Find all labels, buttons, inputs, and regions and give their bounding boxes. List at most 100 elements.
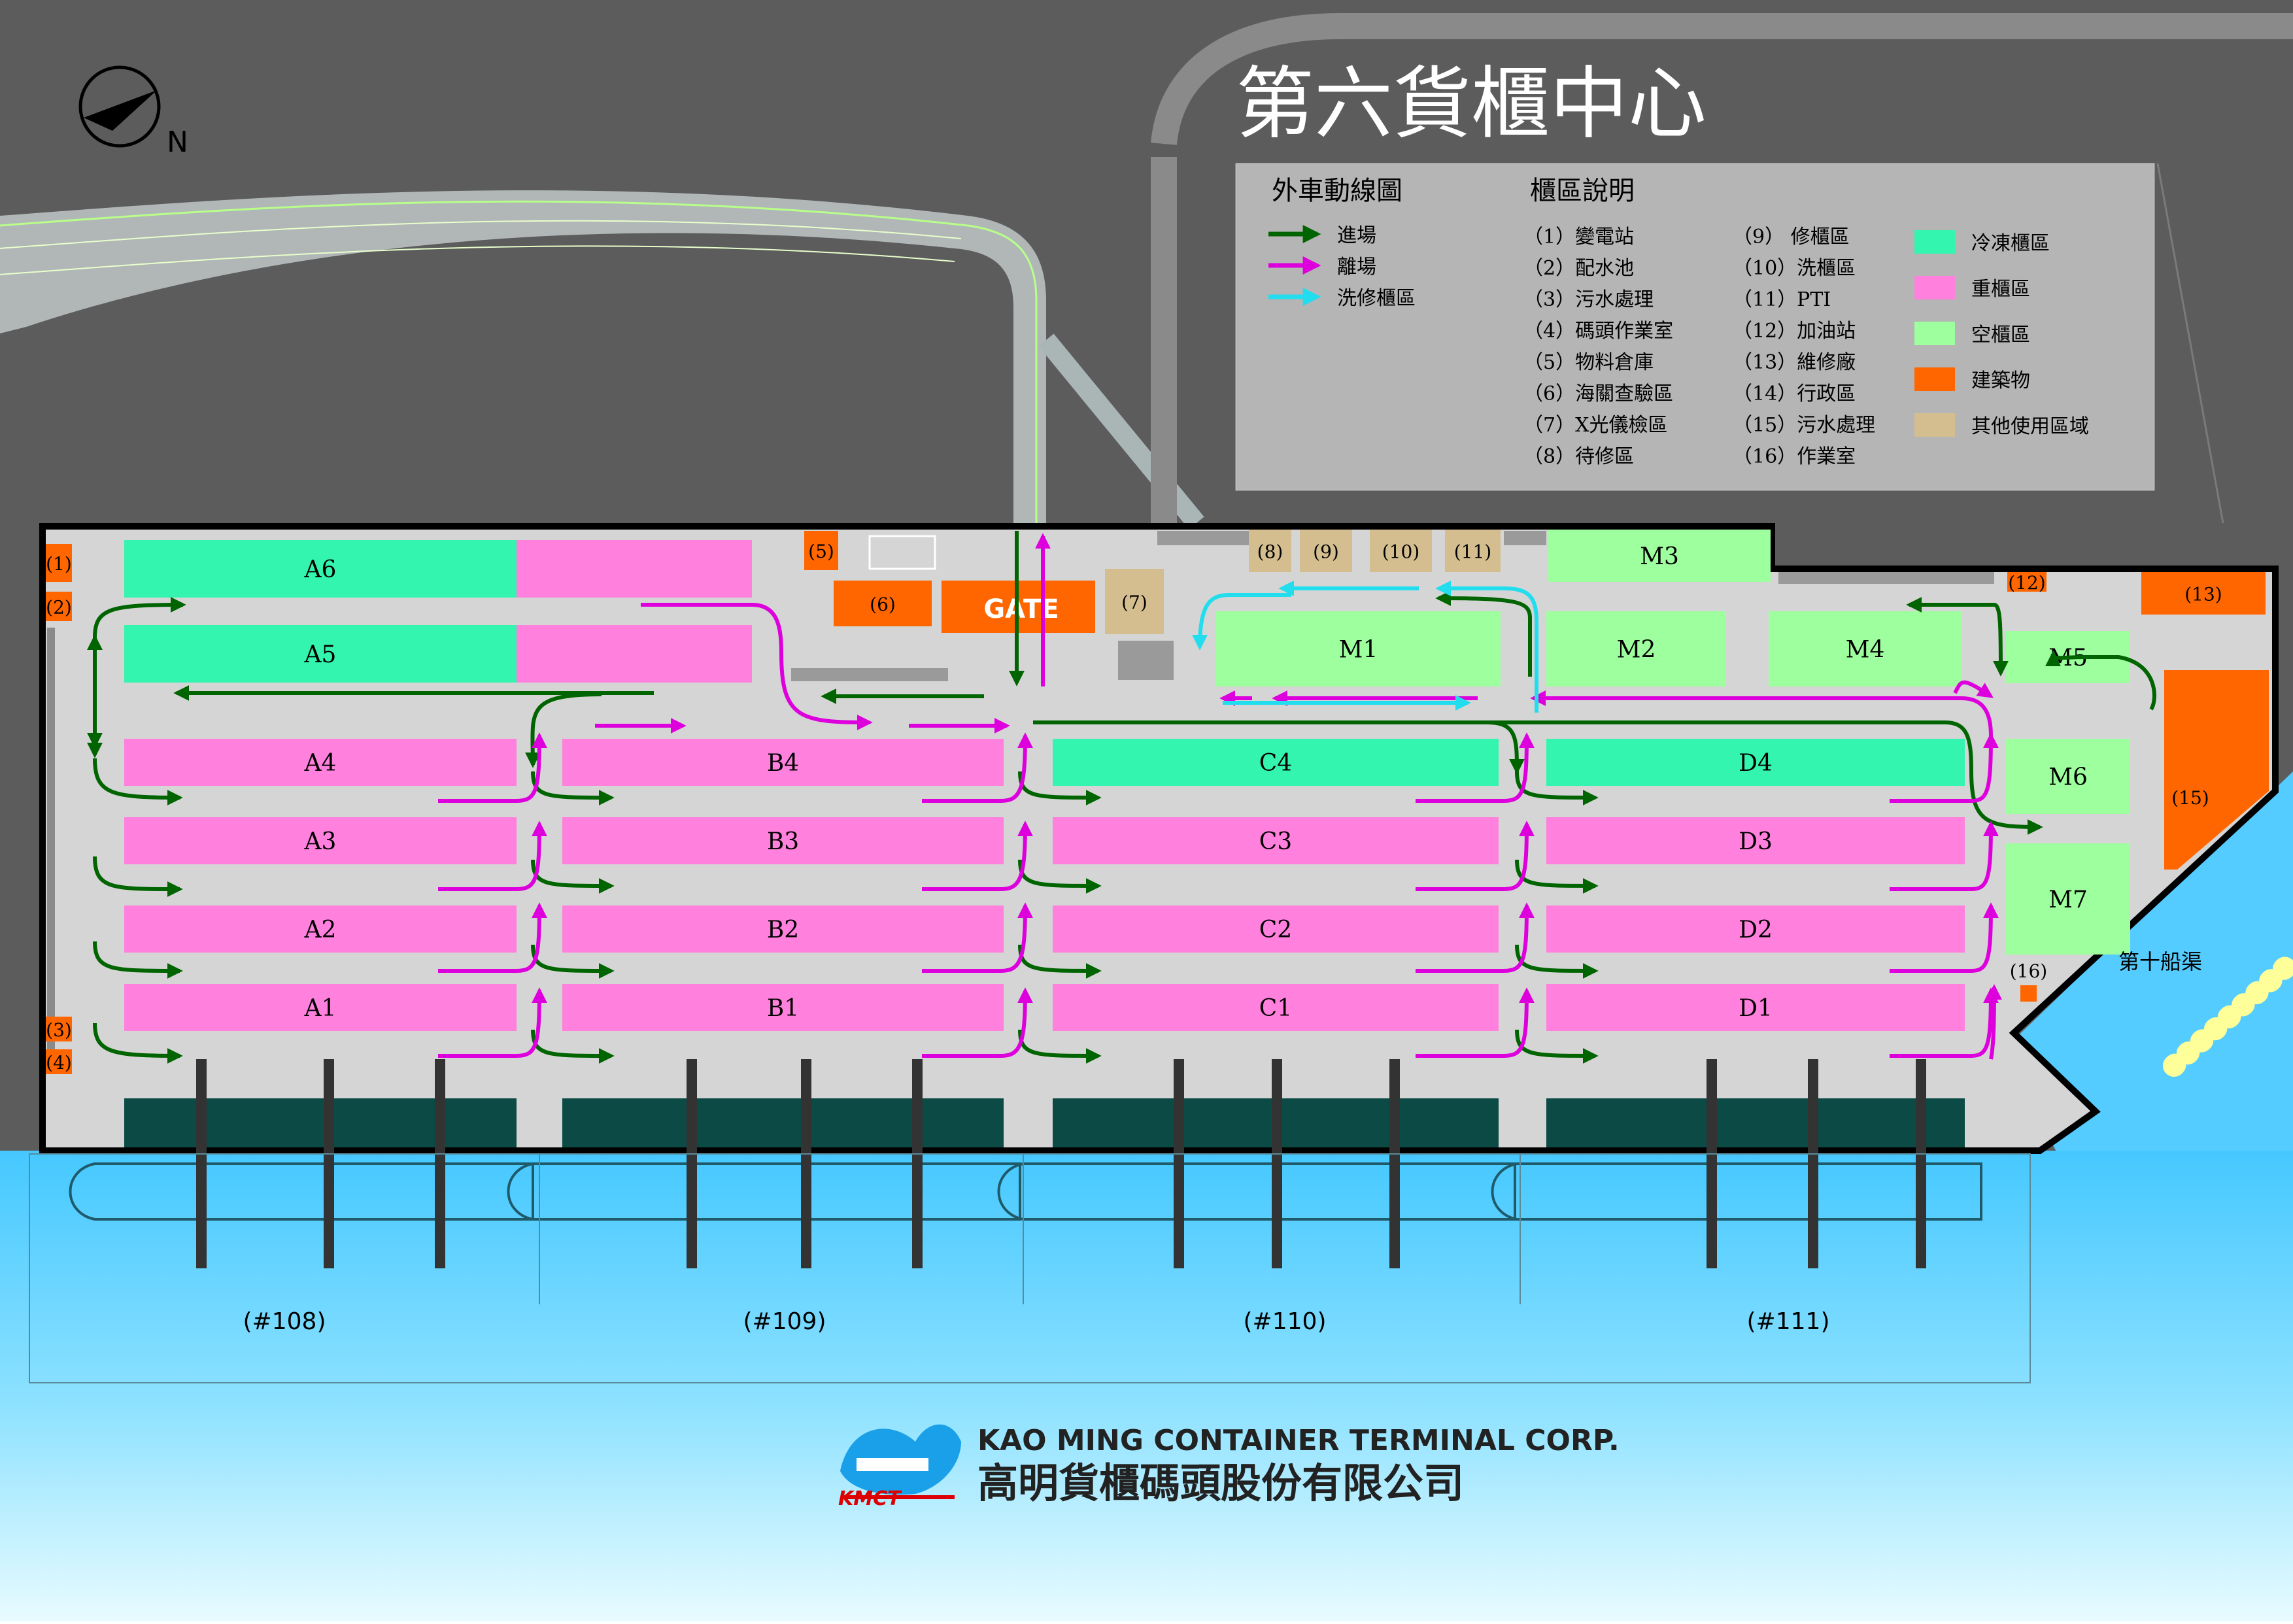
- legend-area-item: （4）碼頭作業室: [1523, 320, 1673, 343]
- crane-5: [912, 1059, 923, 1268]
- block-label-b4: B4: [767, 750, 799, 777]
- legend-area-item: （12）加油站: [1733, 320, 1856, 343]
- block-label-d4: D4: [1739, 750, 1773, 777]
- legend-zone-label-0: 冷凍櫃區: [1971, 232, 2050, 255]
- crane-rail-1: [562, 1098, 1004, 1147]
- facility-label-f4: (4): [46, 1052, 72, 1074]
- legend-area-item: （15）污水處理: [1733, 414, 1875, 437]
- parking-stripes-2: [1504, 531, 1546, 545]
- berth-label-1: (#109): [743, 1308, 826, 1335]
- facility-label-f8: (8): [1257, 541, 1283, 563]
- legend-area-item: （13）維修廠: [1733, 351, 1856, 374]
- berth-label-3: (#111): [1747, 1308, 1830, 1335]
- block-a6-heavy: [517, 540, 752, 598]
- block-label-m4: M4: [1846, 637, 1885, 664]
- legend-area-item: （11）PTI: [1733, 288, 1831, 311]
- block-label-m7: M7: [2048, 887, 2088, 913]
- block-label-m3: M3: [1640, 543, 1679, 570]
- terminal-map-svg: N 第六貨櫃中心 外車動線圖 櫃區說明 進場離場洗修櫃區 （1）變電站 （2）配水…: [0, 0, 2293, 1621]
- legend-area-item: （5）物料倉庫: [1523, 351, 1654, 374]
- block-label-d2: D2: [1739, 917, 1773, 943]
- berth-label-2: (#110): [1244, 1308, 1327, 1335]
- legend-area-item: （7）X光儀檢區: [1523, 414, 1667, 437]
- block-label-b3: B3: [767, 828, 799, 855]
- legend-area-heading: 櫃區說明: [1530, 176, 1635, 206]
- block-label-d1: D1: [1739, 995, 1773, 1022]
- logo-text: KMCT: [838, 1487, 902, 1510]
- gate-label: GATE: [983, 594, 1059, 624]
- legend-zone-swatch-3: [1914, 367, 1955, 391]
- parking-stripes: [1157, 531, 1255, 545]
- facility-label-f16: (16): [2010, 960, 2047, 982]
- crane-4: [801, 1059, 811, 1268]
- legend-area-item: （1）變電站: [1523, 226, 1634, 248]
- legend-area-item: （6）海關查驗區: [1523, 382, 1673, 405]
- block-label-a5: A5: [304, 641, 337, 668]
- block-label-a6: A6: [304, 556, 337, 583]
- facility-label-f12: (12): [2008, 572, 2045, 594]
- terminal-map: N 第六貨櫃中心 外車動線圖 櫃區說明 進場 離場 洗修櫃區 （1）變電站 （2）配水…: [0, 0, 2293, 1621]
- parking-stripes-5: [1118, 641, 1174, 680]
- canal-label: 第十船渠: [2118, 949, 2202, 974]
- crane-3: [687, 1059, 697, 1268]
- west-rail: [47, 628, 55, 1072]
- legend-area-item: （14）行政區: [1733, 382, 1856, 405]
- crane-8: [1389, 1059, 1400, 1268]
- legend-zone-swatch-0: [1914, 230, 1955, 254]
- legend-area-item: （2）配水池: [1523, 257, 1634, 280]
- crane-rail-0: [124, 1098, 517, 1147]
- legend-route-label-2: 洗修櫃區: [1337, 287, 1416, 310]
- block-label-a4: A4: [304, 750, 337, 777]
- parking-stripes-3: [1778, 572, 1994, 584]
- block-label-a2: A2: [304, 917, 337, 943]
- block-label-b2: B2: [767, 917, 799, 943]
- legend-zone-label-2: 空櫃區: [1971, 324, 2030, 347]
- crane-2: [435, 1059, 445, 1268]
- crane-7: [1272, 1059, 1282, 1268]
- block-label-d3: D3: [1739, 828, 1773, 855]
- crane-6: [1174, 1059, 1184, 1268]
- company-name-zh: 高明貨櫃碼頭股份有限公司: [977, 1459, 1464, 1507]
- sea-gradient: [0, 1151, 2293, 1621]
- legend-zone-swatch-4: [1914, 413, 1955, 437]
- facility-label-f9: (9): [1313, 541, 1339, 563]
- crane-9: [1707, 1059, 1717, 1268]
- block-a5-heavy: [517, 625, 752, 683]
- legend-zone-label-4: 其他使用區域: [1971, 415, 2089, 438]
- company-name-en: KAO MING CONTAINER TERMINAL CORP.: [977, 1424, 1620, 1457]
- block-label-m6: M6: [2048, 764, 2088, 791]
- block-label-a1: A1: [304, 995, 337, 1022]
- facility-label-f15: (15): [2171, 787, 2209, 809]
- block-label-c2: C2: [1259, 917, 1292, 943]
- berth-label-0: (#108): [243, 1308, 326, 1335]
- facility-label-f1: (1): [46, 553, 72, 575]
- facility-label-f6: (6): [870, 594, 896, 615]
- block-label-c3: C3: [1259, 828, 1292, 855]
- parking-stripes-4: [791, 668, 948, 681]
- block-label-b1: B1: [767, 995, 799, 1022]
- crane-rail-3: [1546, 1098, 1965, 1147]
- crane-1: [324, 1059, 334, 1268]
- legend-traffic-heading: 外車動線圖: [1272, 176, 1402, 206]
- facility-label-f10: (10): [1382, 541, 1419, 563]
- legend-area-item: （3）污水處理: [1523, 288, 1654, 311]
- facility-f16: [2020, 985, 2037, 1002]
- block-label-c4: C4: [1259, 750, 1292, 777]
- compass-north-label: N: [167, 126, 188, 159]
- page-title: 第六貨櫃中心: [1236, 59, 1707, 150]
- legend-route-label-1: 離場: [1337, 256, 1376, 279]
- facility-label-f13: (13): [2184, 584, 2222, 605]
- block-label-a3: A3: [304, 828, 337, 855]
- crane-10: [1808, 1059, 1818, 1268]
- facility-label-f5: (5): [808, 541, 834, 562]
- legend-zone-label-3: 建築物: [1971, 369, 2030, 392]
- legend-area-item: （9） 修櫃區: [1733, 226, 1850, 248]
- legend-zone-swatch-1: [1914, 276, 1955, 299]
- facility-label-f2: (2): [46, 597, 72, 618]
- crane-11: [1916, 1059, 1926, 1268]
- legend-area-item: （16）作業室: [1733, 445, 1856, 468]
- facility-label-f11: (11): [1454, 541, 1491, 563]
- crane-0: [196, 1059, 207, 1268]
- legend-panel: 外車動線圖 櫃區說明 進場離場洗修櫃區 （1）變電站 （2）配水池 （3）污水處理 （…: [1235, 163, 2155, 491]
- facility-label-f7: (7): [1121, 592, 1147, 613]
